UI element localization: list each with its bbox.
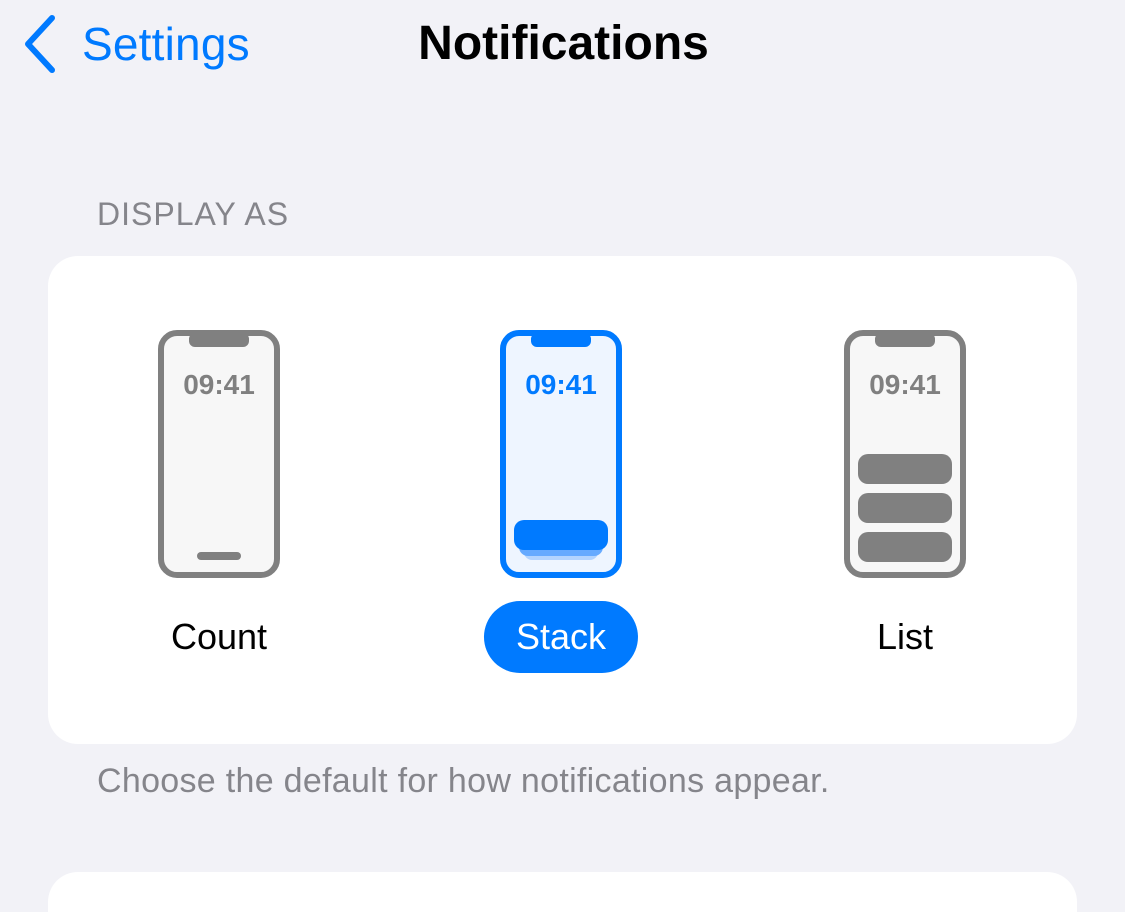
- phone-stack-icon: 09:41: [500, 330, 622, 578]
- phone-count-icon: 09:41: [158, 330, 280, 578]
- page-title: Notifications: [418, 17, 709, 70]
- display-option-stack[interactable]: 09:41 Stack: [451, 256, 671, 744]
- navigation-bar: Settings Notifications: [0, 0, 1125, 90]
- section-footer: Choose the default for how notifications…: [97, 762, 830, 800]
- option-label-stack: Stack: [483, 601, 639, 673]
- phone-time: 09:41: [869, 369, 941, 400]
- phone-list-icon: 09:41: [844, 330, 966, 578]
- option-label-count: Count: [170, 616, 268, 657]
- phone-time: 09:41: [183, 369, 255, 400]
- display-option-list[interactable]: 09:41 List: [795, 256, 1015, 744]
- section-header-display-as: DISPLAY AS: [97, 196, 290, 232]
- phone-time: 09:41: [525, 369, 597, 400]
- next-section-card: [48, 872, 1077, 912]
- option-label-list: List: [876, 616, 934, 657]
- display-option-count[interactable]: 09:41 Count: [109, 256, 329, 744]
- display-as-card: 09:41 Count 09:41 Stack 09:41 List: [48, 256, 1077, 744]
